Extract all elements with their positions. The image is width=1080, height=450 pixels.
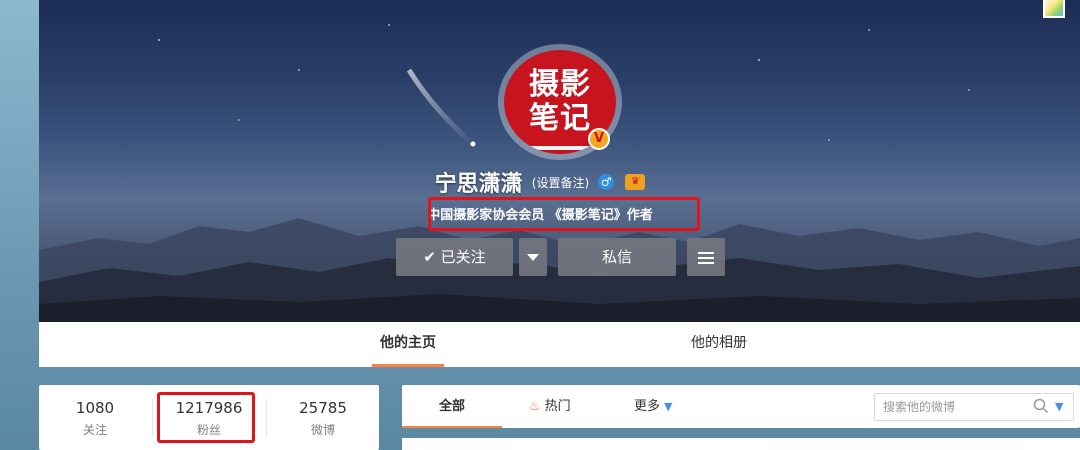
- following-button-label: 已关注: [440, 248, 486, 266]
- profile-name-row: 宁思潇潇 (设置备注) ♂ ♛: [0, 166, 1080, 198]
- feed-tab-all[interactable]: 全部: [402, 385, 502, 428]
- weibo-label: 微博: [310, 423, 335, 437]
- feed-tab-more[interactable]: 更多 ▼: [634, 385, 672, 428]
- feed-nav-bar: 全部 ♨热门 更多▼ ▼: [402, 385, 1080, 428]
- fire-icon: ♨: [529, 399, 541, 414]
- following-label: 关注: [82, 423, 107, 437]
- feed-tab-more-label: 更多: [634, 399, 661, 414]
- profile-tab-bar: 他的主页 他的相册: [39, 322, 1080, 367]
- avatar-logo: 摄影 笔记: [529, 67, 591, 136]
- menu-icon: [698, 251, 714, 264]
- tab-home[interactable]: 他的主页: [372, 322, 444, 367]
- feed-content-area: [402, 438, 1080, 450]
- set-remark-link[interactable]: (设置备注): [532, 176, 589, 190]
- search-box: ▼: [874, 393, 1074, 421]
- weibo-count: 25785: [299, 399, 347, 417]
- fans-highlight-box: [157, 392, 255, 443]
- profile-name: 宁思潇潇: [434, 172, 523, 197]
- following-count: 1080: [75, 399, 115, 417]
- vip-crown-icon[interactable]: ♛: [625, 174, 646, 190]
- check-icon: ✔: [423, 248, 436, 266]
- search-options-chevron-icon[interactable]: ▼: [1055, 400, 1063, 413]
- more-menu-button[interactable]: [687, 238, 725, 276]
- following-button[interactable]: ✔ 已关注: [396, 238, 513, 276]
- male-icon: ♂: [598, 174, 615, 190]
- search-input[interactable]: [883, 397, 1023, 417]
- stat-weibo[interactable]: 25785 微博: [267, 399, 379, 438]
- bio-highlight-box: [428, 197, 700, 231]
- verified-badge-icon[interactable]: V: [588, 128, 610, 150]
- tab-album[interactable]: 他的相册: [679, 322, 759, 367]
- private-message-button[interactable]: 私信: [558, 238, 676, 276]
- skin-template-icon[interactable]: [1043, 0, 1065, 18]
- stat-following[interactable]: 1080 关注: [39, 399, 151, 438]
- follow-options-dropdown[interactable]: [519, 238, 547, 276]
- caret-down-icon: [527, 254, 539, 261]
- chevron-down-icon: ▼: [664, 400, 673, 413]
- feed-tab-hot-label: 热门: [544, 399, 571, 414]
- feed-tab-hot[interactable]: ♨ 热门: [529, 385, 571, 428]
- search-icon[interactable]: [1033, 398, 1049, 414]
